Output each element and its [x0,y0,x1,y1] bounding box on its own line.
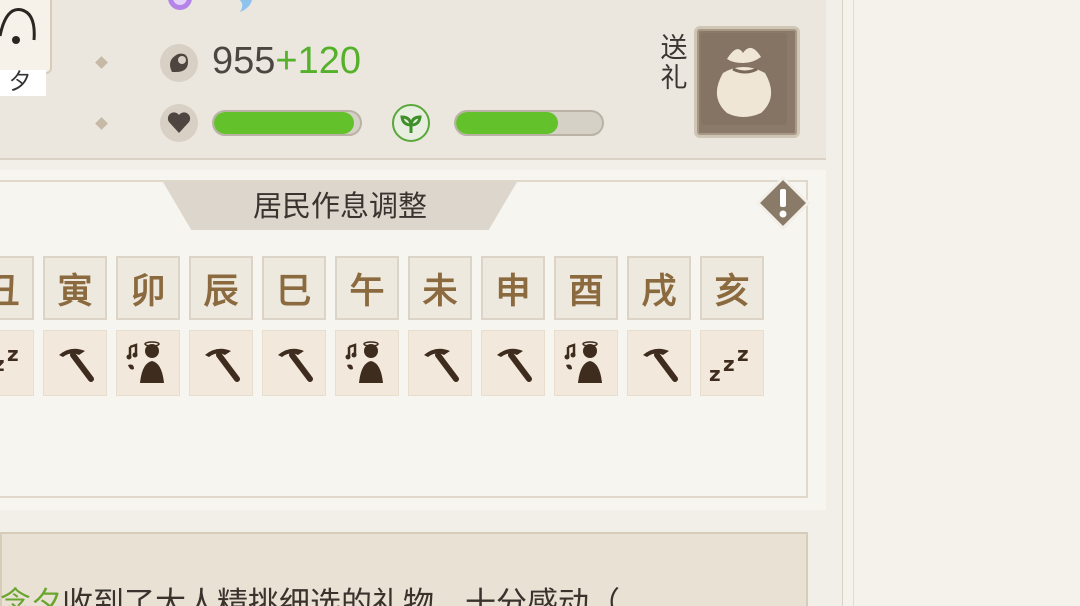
activity-cell-work[interactable] [43,330,107,396]
work-icon [205,348,240,382]
hour-cell: 未 [408,256,472,320]
gift-label-line1: 送 [660,33,688,64]
mood-bar-fill [456,112,559,134]
schedule-section: 居民作息调整 丑寅卯辰巳午未申酉戌亥 zzzzzz [0,170,826,510]
work-icon [643,348,678,382]
hour-cell: 巳 [262,256,326,320]
info-icon[interactable] [756,176,810,230]
health-bar-fill [214,112,355,134]
heart-icon [160,104,198,142]
work-icon [59,348,94,382]
sleep-icon: zzz [0,342,19,376]
diamond-bullet [95,56,108,69]
work-icon [424,348,459,382]
wind-icon [239,0,252,12]
hour-cell: 丑 [0,256,34,320]
leisure-icon [126,341,164,383]
hour-cell: 申 [481,256,545,320]
svg-text:z: z [7,342,19,366]
charm-value: 955+120 [212,40,361,83]
activity-cell-work[interactable] [481,330,545,396]
activity-cell-work[interactable] [189,330,253,396]
message-box: 念夕收到了大人精挑细选的礼物，十分感动（ [0,532,808,606]
message-body: 收到了大人精挑细选的礼物，十分感动（ [62,586,620,606]
resident-avatar[interactable] [0,0,52,74]
activity-cell-work[interactable] [627,330,691,396]
svg-text:z: z [723,352,735,376]
message-text: 念夕收到了大人精挑细选的礼物，十分感动（ [0,578,620,606]
hour-cell: 亥 [700,256,764,320]
herb-icon [392,104,430,142]
right-background [842,0,1080,606]
charm-icon [160,44,198,82]
hour-cell: 戌 [627,256,691,320]
message-name: 念夕 [0,586,62,606]
work-icon [497,348,532,382]
activity-cell-work[interactable] [262,330,326,396]
resident-name: 夕 [0,70,46,96]
activity-cell-leisure[interactable] [554,330,618,396]
gift-bag-icon [701,33,787,125]
svg-text:z: z [0,352,5,376]
section-title: 居民作息调整 [252,189,427,223]
charm-bonus: +120 [275,40,361,82]
gift-label: 送 礼 [656,34,692,94]
svg-text:z: z [737,342,749,366]
blessing-icon [168,0,192,10]
health-bar [212,110,362,136]
hour-cell: 午 [335,256,399,320]
charm-base: 955 [212,40,276,82]
portrait-icon [0,8,36,44]
activity-cell-leisure[interactable] [335,330,399,396]
leisure-icon [345,341,383,383]
svg-text:z: z [709,362,721,385]
activity-cell-sleep[interactable]: zzz [700,330,764,396]
gift-label-line2: 礼 [660,63,688,94]
activity-cell-work[interactable] [408,330,472,396]
work-icon [278,348,313,382]
hour-cell: 酉 [554,256,618,320]
activity-cell-leisure[interactable] [116,330,180,396]
sleep-icon: zzz [709,342,749,385]
resident-stats: 夕 955+120 送 礼 [0,0,826,160]
mood-bar [454,110,604,136]
hour-cell: 辰 [189,256,253,320]
resident-panel: 夕 955+120 送 礼 居民作息调整 丑 寅 卯 辰 巳 午 未 申 酉 戌… [0,0,842,606]
diamond-bullet [95,117,108,130]
leisure-icon [564,341,602,383]
hour-cell: 卯 [116,256,180,320]
hour-cell: 寅 [43,256,107,320]
gift-button[interactable] [694,26,800,138]
activity-cell-sleep[interactable]: zzz [0,330,34,396]
